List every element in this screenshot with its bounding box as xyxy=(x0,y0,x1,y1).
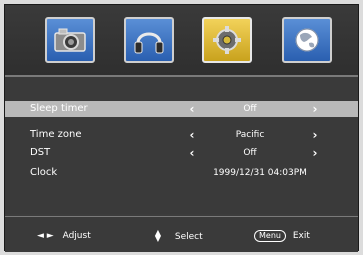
setting-label: Time zone xyxy=(30,129,82,140)
hint-select-label: Select xyxy=(174,231,203,242)
right-arrow-icon[interactable]: › xyxy=(310,127,320,143)
setting-row-clock[interactable]: Clock 1999/12/31 04:03PM xyxy=(5,165,358,181)
hint-adjust: ◄ ► Adjust xyxy=(37,230,91,242)
left-right-arrows-icon: ◄ ► xyxy=(37,231,54,241)
hint-exit-label: Exit xyxy=(292,231,310,241)
right-arrow-icon[interactable]: › xyxy=(310,145,320,161)
headphones-icon xyxy=(134,32,164,54)
hint-exit: Menu Exit xyxy=(254,230,310,242)
setting-label: DST xyxy=(30,147,51,158)
setting-value: Off xyxy=(243,148,257,158)
osd-menu-panel: Sleep timer ‹ Off › Time zone ‹ Pacific … xyxy=(4,4,359,252)
left-arrow-icon[interactable]: ‹ xyxy=(187,145,197,161)
globe-icon xyxy=(295,28,319,52)
hint-adjust-label: Adjust xyxy=(62,231,91,241)
setting-row-sleep-timer[interactable]: Sleep timer ‹ Off › xyxy=(5,101,358,117)
up-down-arrows-icon: ▲ ▼ xyxy=(154,228,162,243)
tab-setup[interactable] xyxy=(202,17,252,63)
setting-row-time-zone[interactable]: Time zone ‹ Pacific › xyxy=(5,127,358,143)
tab-sound[interactable] xyxy=(124,17,174,63)
screen-frame: Sleep timer ‹ Off › Time zone ‹ Pacific … xyxy=(0,0,363,255)
help-bar: ◄ ► Adjust ▲ ▼ Select Menu Exit xyxy=(5,216,358,252)
camera-icon xyxy=(54,28,86,52)
hint-select: ▲ ▼ Select xyxy=(154,228,203,243)
left-arrow-icon[interactable]: ‹ xyxy=(187,127,197,143)
right-arrow-icon[interactable]: › xyxy=(310,101,320,117)
setting-row-dst[interactable]: DST ‹ Off › xyxy=(5,145,358,161)
tab-globe[interactable] xyxy=(282,17,332,63)
setting-value: Pacific xyxy=(235,130,265,140)
gear-icon xyxy=(213,26,241,54)
tab-picture[interactable] xyxy=(45,17,95,63)
menu-tab-bar xyxy=(5,5,358,75)
setting-value: Off xyxy=(243,104,257,114)
settings-list: Sleep timer ‹ Off › Time zone ‹ Pacific … xyxy=(5,77,358,214)
menu-key-badge: Menu xyxy=(254,230,286,242)
setting-label: Sleep timer xyxy=(30,103,88,114)
setting-label: Clock xyxy=(30,167,58,178)
left-arrow-icon[interactable]: ‹ xyxy=(187,101,197,117)
setting-value: 1999/12/31 04:03PM xyxy=(213,168,307,178)
